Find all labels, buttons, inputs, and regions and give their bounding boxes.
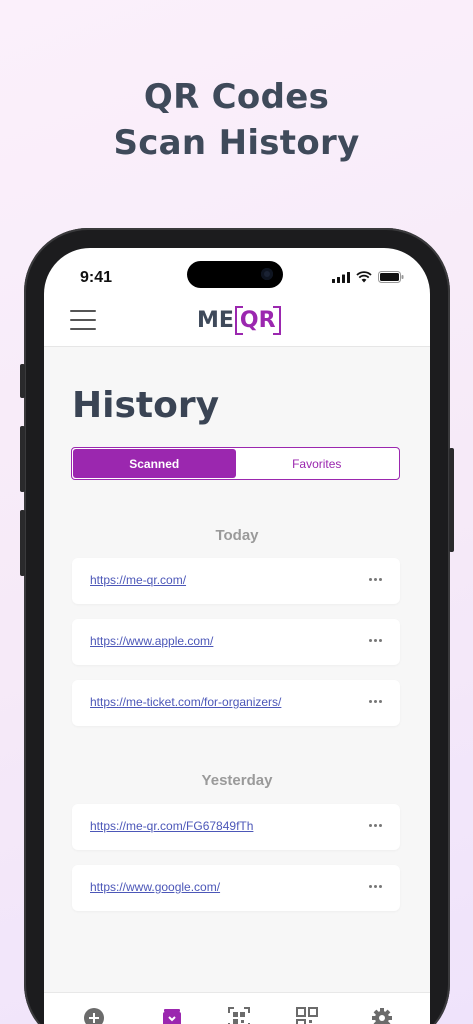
tab-scanned[interactable]: Scanned (73, 449, 236, 478)
phone-frame: 9:41 ME QR History Scanned Favorites Tod… (20, 228, 454, 1024)
more-options-icon[interactable] (369, 700, 382, 703)
history-item-link[interactable]: https://www.google.com/ (90, 880, 220, 894)
headline-line-1: QR Codes (143, 77, 330, 117)
history-item[interactable]: https://me-qr.com/FG67849fTh (72, 804, 400, 850)
history-item-link[interactable]: https://me-qr.com/ (90, 573, 186, 587)
settings-icon[interactable] (371, 1007, 393, 1024)
bottom-nav (44, 992, 430, 1024)
logo-qr: QR (234, 305, 281, 335)
camera-icon (261, 268, 273, 280)
add-icon[interactable] (83, 1007, 105, 1024)
app-logo: ME QR (197, 302, 281, 338)
wifi-icon (356, 271, 372, 283)
status-icons (332, 271, 404, 283)
tab-favorites[interactable]: Favorites (236, 449, 399, 478)
history-item-link[interactable]: https://me-ticket.com/for-organizers/ (90, 695, 281, 709)
battery-icon (378, 271, 404, 283)
volume-down-button (20, 510, 25, 576)
history-content: History Scanned Favorites Today https://… (44, 347, 430, 992)
page-title: History (72, 385, 220, 426)
phone-screen: 9:41 ME QR History Scanned Favorites Tod… (44, 248, 430, 1024)
status-time: 9:41 (80, 269, 113, 286)
history-item[interactable]: https://me-ticket.com/for-organizers/ (72, 680, 400, 726)
history-tab-switch: Scanned Favorites (71, 447, 400, 480)
power-button (449, 448, 454, 552)
signal-icon (332, 271, 350, 283)
more-options-icon[interactable] (369, 578, 382, 581)
mute-switch (20, 364, 25, 398)
scan-icon[interactable] (228, 1007, 250, 1024)
app-header: ME QR (44, 300, 430, 347)
volume-up-button (20, 426, 25, 492)
history-icon[interactable] (161, 1007, 183, 1024)
history-item[interactable]: https://www.apple.com/ (72, 619, 400, 665)
dynamic-island (187, 261, 283, 288)
history-item-link[interactable]: https://www.apple.com/ (90, 634, 213, 648)
more-options-icon[interactable] (369, 885, 382, 888)
status-bar: 9:41 (44, 248, 430, 300)
more-options-icon[interactable] (369, 824, 382, 827)
headline: QR Codes Scan History (0, 74, 473, 166)
history-item[interactable]: https://me-qr.com/ (72, 558, 400, 604)
menu-icon[interactable] (70, 310, 96, 332)
history-item-link[interactable]: https://me-qr.com/FG67849fTh (90, 819, 253, 833)
qr-code-icon[interactable] (296, 1007, 318, 1024)
headline-line-2: Scan History (113, 123, 360, 163)
history-item[interactable]: https://www.google.com/ (72, 865, 400, 911)
more-options-icon[interactable] (369, 639, 382, 642)
section-label-yesterday: Yesterday (201, 772, 273, 789)
section-label-today: Today (215, 527, 259, 544)
logo-me: ME (197, 307, 234, 333)
